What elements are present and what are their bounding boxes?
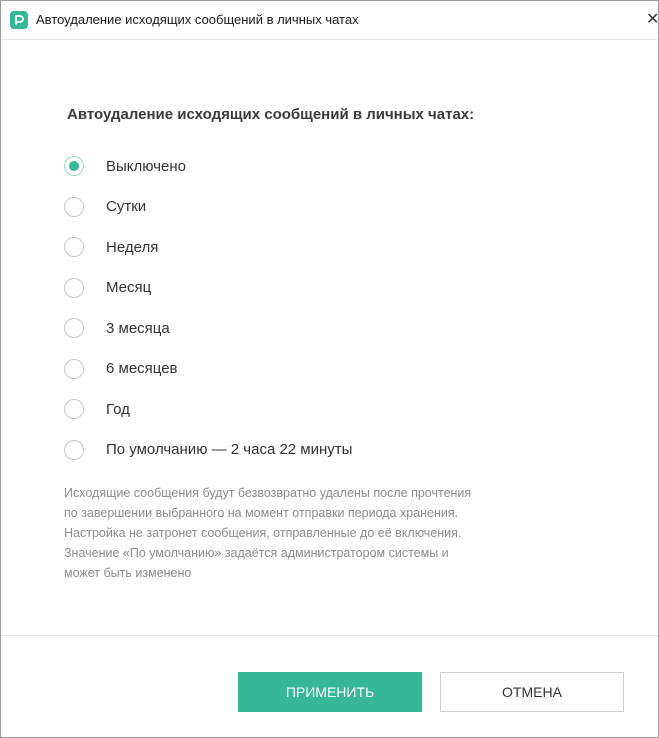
app-logo-icon (10, 11, 28, 29)
option-label: Месяц (106, 279, 152, 297)
option-label: Неделя (106, 238, 159, 256)
close-icon[interactable]: ✕ (646, 11, 658, 29)
option-3-months[interactable]: 3 месяца (64, 308, 624, 349)
cancel-button[interactable]: ОТМЕНА (440, 672, 624, 712)
option-label: Выключено (106, 157, 186, 175)
hint-line: может быть изменено (64, 566, 192, 580)
option-label: 3 месяца (106, 319, 170, 337)
title-bar: Автоудаление исходящих сообщений в личны… (1, 1, 658, 40)
footer-divider (1, 635, 658, 636)
radio-button[interactable] (64, 318, 84, 339)
radio-button[interactable] (64, 399, 84, 420)
radio-button[interactable] (64, 277, 84, 298)
radio-button[interactable] (64, 156, 84, 177)
option-label: Год (106, 400, 130, 418)
radio-button[interactable] (64, 358, 84, 379)
radio-button[interactable] (64, 439, 84, 460)
hint-text: Исходящие сообщения будут безвозвратно у… (64, 483, 624, 583)
option-label: 6 месяцев (106, 360, 178, 378)
option-label: Сутки (106, 198, 147, 216)
option-month[interactable]: Месяц (64, 268, 624, 309)
retention-options: Выключено Сутки Неделя Месяц 3 месяца 6 … (64, 146, 624, 470)
option-default[interactable]: По умолчанию — 2 часа 22 минуты (64, 430, 624, 471)
dialog-window: Автоудаление исходящих сообщений в личны… (0, 0, 659, 738)
hint-line: Исходящие сообщения будут безвозвратно у… (64, 486, 472, 500)
option-year[interactable]: Год (64, 389, 624, 430)
radio-button[interactable] (64, 237, 84, 258)
option-week[interactable]: Неделя (64, 227, 624, 268)
option-label: По умолчанию — 2 часа 22 минуты (106, 441, 353, 459)
hint-line: по завершении выбранного на момент отпра… (64, 506, 459, 520)
hint-line: Значение «По умолчанию» задаётся админис… (64, 546, 449, 560)
hint-line: Настройка не затронет сообщения, отправл… (64, 526, 462, 540)
option-day[interactable]: Сутки (64, 187, 624, 228)
apply-button[interactable]: ПРИМЕНИТЬ (238, 672, 422, 712)
option-off[interactable]: Выключено (64, 146, 624, 187)
radio-button[interactable] (64, 196, 84, 217)
window-title: Автоудаление исходящих сообщений в личны… (36, 12, 359, 27)
option-6-months[interactable]: 6 месяцев (64, 349, 624, 390)
section-title: Автоудаление исходящих сообщений в личны… (67, 106, 475, 123)
